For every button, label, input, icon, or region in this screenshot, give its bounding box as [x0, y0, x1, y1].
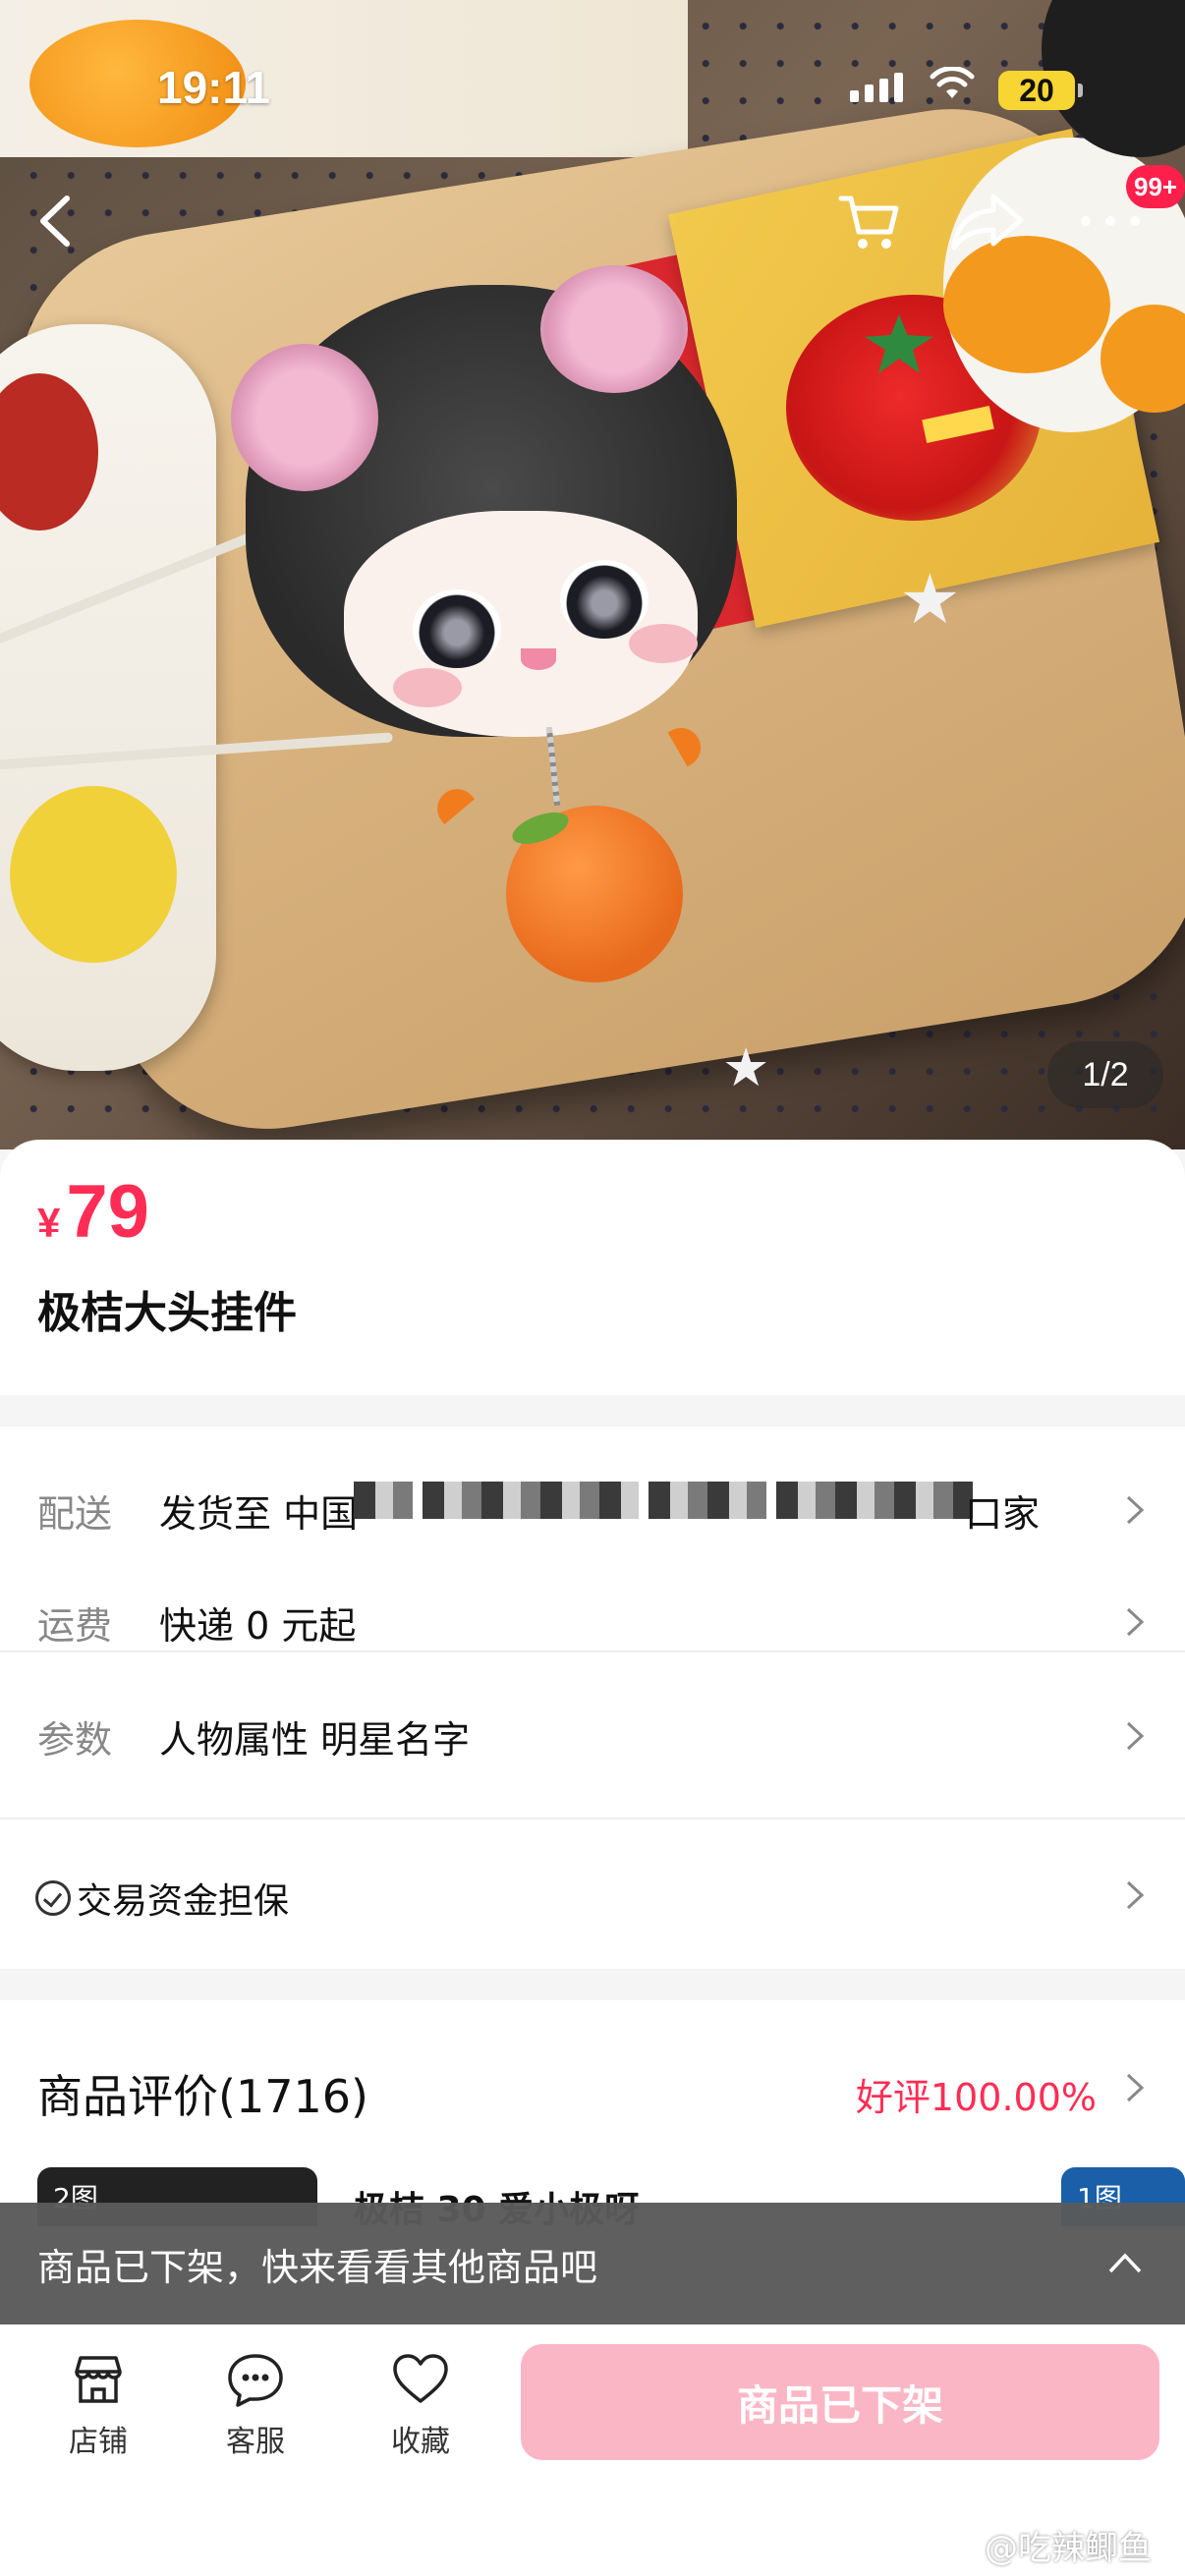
cellular-signal-icon: [850, 73, 903, 102]
wifi-icon: [930, 67, 975, 98]
price-card: [0, 1140, 1185, 1395]
params-label: 参数: [37, 1717, 113, 1762]
product-image-gallery[interactable]: ★ ★: [0, 0, 1185, 1149]
delisted-button[interactable]: 商品已下架: [521, 2344, 1159, 2460]
battery-level: 20: [1019, 72, 1054, 108]
store-tab[interactable]: 店铺: [39, 2348, 157, 2460]
delivery-label: 配送: [37, 1491, 113, 1536]
divider: [0, 1651, 1185, 1652]
photo-penguin-foot: [943, 236, 1110, 373]
photo-doll-ear: [231, 344, 378, 491]
message-count-badge: 99+: [1126, 165, 1185, 208]
chevron-right-icon: [1126, 1607, 1145, 1637]
chevron-right-icon: [1126, 1495, 1145, 1525]
weibo-icon: [939, 2529, 979, 2561]
product-price: ¥ 79: [37, 1169, 149, 1255]
photo-cloth-yellow: [10, 786, 177, 963]
heart-icon: [393, 2354, 448, 2403]
price-value: 79: [66, 1170, 149, 1254]
share-icon[interactable]: [948, 187, 1027, 255]
params-row[interactable]: 参数 人物属性 明星名字: [0, 1682, 1185, 1790]
chevron-right-icon[interactable]: [1124, 2071, 1146, 2104]
favorite-label: 收藏: [391, 2425, 450, 2459]
divider: [0, 1818, 1185, 1820]
chevron-right-icon: [1126, 1721, 1145, 1751]
service-label: 客服: [226, 2425, 285, 2459]
positive-rate[interactable]: 好评100.00%: [856, 2067, 1097, 2121]
delivery-value: 发货至 中国: [159, 1491, 359, 1536]
product-page: ★ ★ 19:11 20 99+ 1/2 ¥ 79 极桔大头挂件 配送 发货至 …: [0, 0, 1185, 2576]
redacted-address: [354, 1480, 1042, 1521]
delivery-suffix: 口家: [965, 1491, 1041, 1536]
battery-icon: 20: [998, 71, 1083, 110]
params-value: 人物属性 明星名字: [159, 1717, 471, 1762]
check-circle-icon: [35, 1880, 71, 1916]
reviews-title[interactable]: 商品评价(1716): [37, 2061, 368, 2126]
chevron-up-icon[interactable]: [1106, 2250, 1144, 2275]
photo-star-sticker: ★: [899, 559, 961, 640]
photo-doll-mouth: [521, 648, 556, 670]
status-time: 19:11: [157, 62, 271, 113]
photo-doll-ear: [540, 265, 688, 393]
photo-doll-face: [344, 511, 698, 737]
store-label: 店铺: [69, 2425, 128, 2459]
cart-icon[interactable]: [835, 187, 904, 255]
service-tab[interactable]: 客服: [197, 2348, 314, 2460]
delisted-toast[interactable]: 商品已下架，快来看看其他商品吧: [0, 2203, 1185, 2324]
photo-doll-eye: [560, 560, 649, 639]
shipping-value: 快递 0 元起: [159, 1603, 357, 1648]
guarantee-row[interactable]: 交易资金担保: [35, 1873, 289, 1924]
image-counter: 1/2: [1047, 1041, 1163, 1108]
photo-star-sticker: ★: [722, 1036, 770, 1098]
store-icon: [75, 2356, 122, 2403]
delivery-row[interactable]: 配送 发货至 中国 口家: [0, 1456, 1185, 1564]
favorite-tab[interactable]: 收藏: [362, 2348, 480, 2460]
photo-doll-eye: [413, 589, 501, 668]
weibo-watermark: @吃辣鲫鱼: [939, 2521, 1152, 2569]
back-icon[interactable]: [28, 187, 86, 255]
currency-symbol: ¥: [37, 1200, 61, 1246]
watermark-text: @吃辣鲫鱼: [985, 2529, 1152, 2568]
chat-icon: [228, 2354, 283, 2407]
shipping-label: 运费: [37, 1603, 113, 1648]
shipping-row[interactable]: 运费 快递 0 元起: [0, 1568, 1185, 1676]
toast-message: 商品已下架，快来看看其他商品吧: [37, 2245, 598, 2289]
chevron-right-icon[interactable]: [1124, 1878, 1146, 1912]
photo-doll-cheek: [393, 668, 462, 707]
guarantee-label: 交易资金担保: [77, 1881, 290, 1922]
product-title: 极桔大头挂件: [37, 1288, 297, 1338]
photo-doll-cheek: [629, 624, 698, 663]
